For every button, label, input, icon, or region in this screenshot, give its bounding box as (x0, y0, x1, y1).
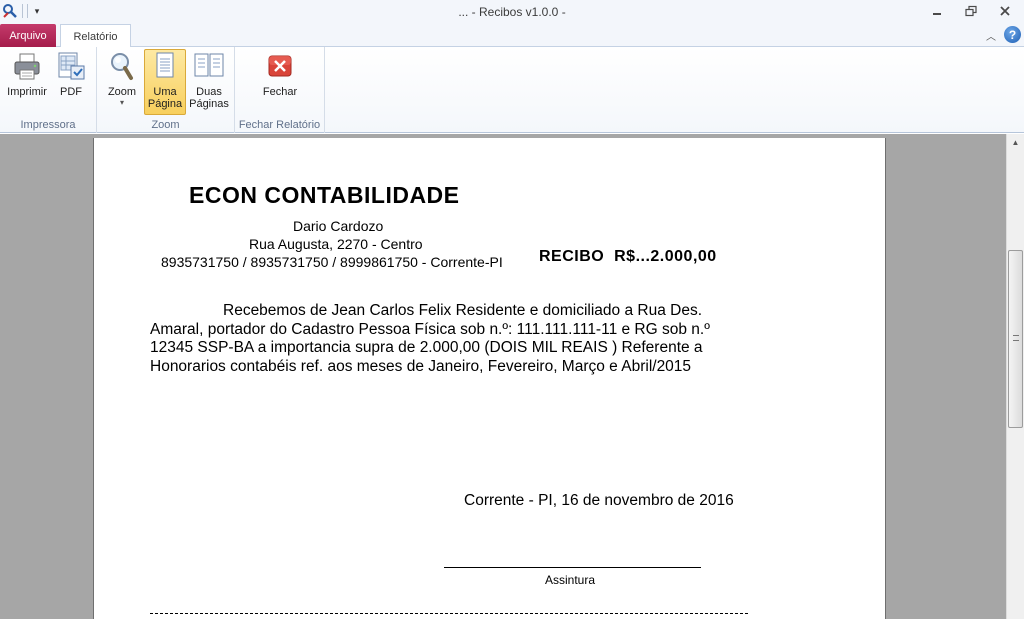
window-title: ... - Recibos v1.0.0 - (458, 5, 566, 19)
zoom-label: Zoom (107, 86, 137, 98)
two-pages-icon (193, 50, 225, 82)
signature-line (444, 567, 701, 568)
vertical-scrollbar[interactable]: ▲ (1006, 134, 1024, 619)
group-label-fechar-relatorio: Fechar Relatório (238, 119, 321, 131)
ribbon: Imprimir PDF Impressora Zoom ▾ Uma Págin… (0, 47, 1024, 133)
minimize-icon (933, 13, 941, 15)
contact-name: Dario Cardozo (293, 218, 384, 234)
collapse-ribbon-icon[interactable]: ︿ (984, 28, 998, 43)
tab-relatorio[interactable]: Relatório (60, 24, 131, 48)
place-date: Corrente - PI, 16 de novembro de 2016 (464, 492, 734, 509)
magnifier-icon (106, 50, 138, 82)
two-pages-label-line2: Páginas (189, 98, 229, 110)
scroll-thumb[interactable] (1008, 250, 1023, 428)
two-pages-button[interactable]: Duas Páginas (187, 50, 231, 116)
close-report-label: Fechar (262, 86, 298, 98)
printer-icon (11, 50, 43, 82)
restore-icon (965, 5, 977, 17)
print-label: Imprimir (7, 86, 47, 98)
scroll-grip (1013, 335, 1019, 341)
pdf-button[interactable]: PDF (52, 50, 90, 116)
group-label-impressora: Impressora (20, 119, 76, 131)
company-phones: 8935731750 / 8935731750 / 8999861750 - C… (161, 254, 503, 270)
zoom-button[interactable]: Zoom ▾ (103, 50, 141, 116)
receipt-body: Recebemos de Jean Carlos Felix Residente… (150, 302, 710, 375)
ribbon-tabs: Arquivo Relatório ︿ ? (0, 23, 1024, 48)
group-zoom: Zoom ▾ Uma Página Duas Páginas Zoom (97, 47, 235, 133)
single-page-icon (149, 50, 181, 82)
single-page-button[interactable]: Uma Página (144, 49, 186, 115)
two-pages-label-line1: Duas (196, 86, 222, 98)
single-page-label-line1: Uma (153, 86, 177, 98)
title-bar: ▾ ... - Recibos v1.0.0 - (0, 0, 1024, 23)
single-page-label-line2: Página (147, 98, 183, 110)
receipt-title-text: RECIBO R$...2.000,00 (539, 248, 717, 265)
pdf-icon (55, 50, 87, 82)
signature-label: Assintura (545, 573, 596, 587)
receipt-title: RECIBO R$...2.000,00 (539, 248, 717, 266)
company-address: Rua Augusta, 2270 - Centro (249, 236, 423, 252)
scroll-up-icon[interactable]: ▲ (1007, 134, 1024, 151)
group-impressora: Imprimir PDF Impressora (0, 47, 97, 133)
close-report-button[interactable]: Fechar (259, 50, 301, 116)
group-fechar-relatorio: Fechar Fechar Relatório (235, 47, 325, 133)
minimize-button[interactable] (922, 0, 952, 22)
help-icon[interactable]: ? (1004, 26, 1021, 43)
print-button[interactable]: Imprimir (4, 50, 50, 116)
close-report-icon (264, 50, 296, 82)
report-page: ECON CONTABILIDADE Dario Cardozo Rua Aug… (93, 138, 886, 619)
pdf-label: PDF (60, 86, 82, 98)
report-viewer: ECON CONTABILIDADE Dario Cardozo Rua Aug… (0, 134, 1006, 619)
restore-button[interactable] (956, 0, 986, 22)
tab-arquivo[interactable]: Arquivo (0, 24, 56, 47)
close-icon (1000, 6, 1010, 16)
zoom-dropdown-icon: ▾ (119, 98, 124, 107)
cut-line (150, 613, 748, 614)
company-name: ECON CONTABILIDADE (189, 182, 460, 208)
group-label-zoom: Zoom (151, 119, 180, 131)
close-window-button[interactable] (990, 0, 1020, 22)
